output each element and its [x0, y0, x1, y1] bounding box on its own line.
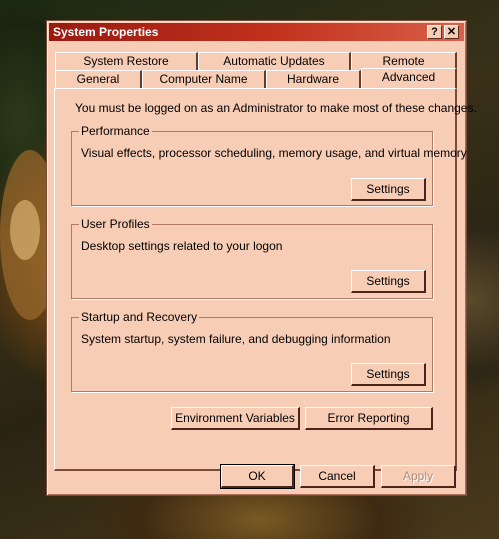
- performance-settings-button[interactable]: Settings: [351, 178, 426, 201]
- tab-label: Automatic Updates: [223, 54, 325, 68]
- tab-computer-name[interactable]: Computer Name: [142, 70, 266, 88]
- ok-button[interactable]: OK: [220, 464, 295, 489]
- tab-advanced[interactable]: Advanced: [361, 68, 457, 88]
- tab-label: Hardware: [286, 72, 340, 86]
- tab-label: Advanced: [381, 70, 436, 84]
- tab-label: General: [76, 72, 120, 86]
- admin-notice: You must be logged on as an Administrato…: [75, 101, 477, 115]
- performance-group-title: Performance: [79, 124, 152, 138]
- cancel-button[interactable]: Cancel: [300, 465, 375, 488]
- tab-system-restore[interactable]: System Restore: [55, 52, 198, 70]
- user-profiles-description: Desktop settings related to your logon: [81, 239, 283, 253]
- tab-general[interactable]: General: [55, 70, 142, 88]
- startup-recovery-group: Startup and Recovery System startup, sys…: [71, 310, 433, 392]
- startup-recovery-description: System startup, system failure, and debu…: [81, 332, 391, 346]
- tab-automatic-updates[interactable]: Automatic Updates: [198, 52, 351, 70]
- close-button[interactable]: ✕: [444, 25, 459, 39]
- user-profiles-settings-button[interactable]: Settings: [351, 270, 426, 293]
- tab-label: System Restore: [83, 54, 169, 68]
- tab-label: Computer Name: [159, 72, 248, 86]
- user-profiles-group: User Profiles Desktop settings related t…: [71, 217, 433, 299]
- tab-hardware[interactable]: Hardware: [266, 70, 361, 88]
- system-properties-dialog: System Properties ? ✕ System Restore Aut…: [46, 20, 477, 496]
- help-icon: ?: [431, 26, 438, 38]
- advanced-tab-panel: You must be logged on as an Administrato…: [54, 88, 477, 471]
- performance-group: Performance Visual effects, processor sc…: [71, 124, 467, 206]
- environment-variables-button[interactable]: Environment Variables: [171, 407, 300, 430]
- wallpaper-highlight: [10, 200, 40, 260]
- close-icon: ✕: [446, 26, 457, 38]
- startup-recovery-settings-button[interactable]: Settings: [351, 363, 426, 386]
- apply-button[interactable]: Apply: [381, 465, 456, 488]
- tab-label: Remote: [382, 54, 425, 68]
- error-reporting-button[interactable]: Error Reporting: [305, 407, 433, 430]
- user-profiles-group-title: User Profiles: [79, 217, 152, 231]
- window-title: System Properties: [53, 25, 159, 39]
- startup-recovery-group-title: Startup and Recovery: [79, 310, 200, 324]
- title-bar[interactable]: System Properties: [49, 23, 464, 41]
- performance-description: Visual effects, processor scheduling, me…: [81, 146, 467, 160]
- help-button[interactable]: ?: [427, 25, 442, 39]
